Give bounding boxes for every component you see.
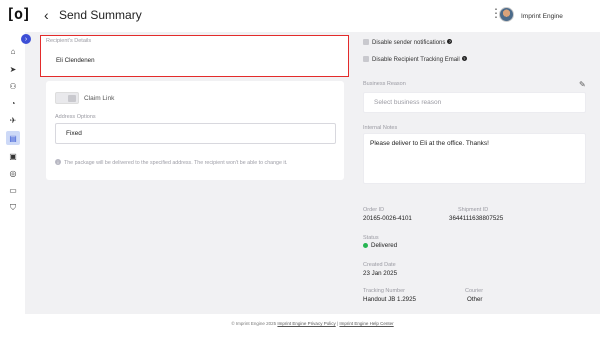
order-id-value: 20165-0026-4101 [363, 215, 412, 222]
address-options-label: Address Options [55, 114, 96, 120]
status-label: Status [363, 235, 379, 241]
chevron-left-icon[interactable]: ‹ [44, 7, 49, 23]
courier-value: Other [467, 296, 483, 303]
footer: © Imprint Engine 2025 Imprint Engine Pri… [25, 314, 600, 337]
internal-notes-field[interactable]: Please deliver to Eli at the office. Tha… [363, 133, 586, 184]
top-bar: [o] ‹ Send Summary ⋮ Imprint Engine [0, 0, 600, 32]
tracking-number-label: Tracking Number [363, 288, 405, 294]
shipment-id-value: 3644111638807525 [449, 215, 504, 222]
disable-notifications-label: Disable sender notifications? [372, 39, 453, 46]
network-icon[interactable]: ⚇ [8, 81, 18, 91]
created-date-value: 23 Jan 2025 [363, 270, 398, 277]
claim-link-toggle[interactable] [55, 92, 79, 104]
business-reason-label: Business Reason [363, 81, 406, 87]
address-info-text: The package will be delivered to the spe… [64, 160, 288, 166]
expand-sidebar-button[interactable]: › [21, 34, 31, 44]
edit-icon[interactable]: ✎ [579, 80, 586, 89]
privacy-policy-link[interactable]: Imprint Engine Privacy Policy [277, 321, 335, 326]
claim-link-label: Claim Link [84, 95, 115, 102]
recipient-name[interactable]: Eli Clendenen [56, 57, 95, 64]
send-icon[interactable]: ➤ [8, 64, 18, 74]
tracking-number-value[interactable]: Handout JB 1.2925 [363, 296, 416, 303]
shield-icon[interactable]: ⛉ [8, 203, 18, 213]
home-icon[interactable]: ⌂ [8, 46, 18, 56]
internal-notes-label: Internal Notes [363, 125, 398, 131]
footer-copyright: © Imprint Engine 2025 [231, 321, 277, 326]
gift-box-icon[interactable]: ▣ [8, 151, 18, 161]
logo[interactable]: [o] [6, 5, 31, 23]
avatar[interactable] [499, 7, 514, 22]
address-options-value: Fixed [66, 130, 82, 137]
help-center-link[interactable]: Imprint Engine Help Center [339, 321, 393, 326]
disable-tracking-email-label: Disable Recipient Tracking Email? [372, 56, 467, 63]
analytics-icon[interactable]: ◔ [8, 98, 18, 108]
shipment-id-label: Shipment ID [458, 207, 489, 213]
recipient-label: Recipient's Details [46, 38, 92, 44]
courier-label: Courier [465, 288, 484, 294]
status-value: Delivered [371, 242, 398, 249]
cards-icon[interactable]: ▭ [8, 185, 18, 195]
help-icon[interactable]: ? [447, 39, 453, 44]
disable-notifications-checkbox[interactable] [363, 39, 369, 45]
address-options-field[interactable]: Fixed [55, 123, 336, 144]
business-reason-select[interactable]: Select business reason [363, 92, 586, 113]
created-date-label: Created Date [363, 262, 396, 268]
disable-tracking-email-checkbox[interactable] [363, 56, 369, 62]
info-icon: i [55, 159, 61, 165]
user-name[interactable]: Imprint Engine [521, 13, 563, 20]
page-title: Send Summary [59, 8, 142, 22]
order-id-label: Order ID [363, 207, 385, 213]
internal-notes-value: Please deliver to Eli at the office. Tha… [370, 140, 489, 147]
rocket-icon[interactable]: ✈ [8, 115, 18, 125]
footer-separator: | [336, 321, 339, 326]
target-icon[interactable]: ◎ [8, 168, 18, 178]
help-icon[interactable]: ? [461, 56, 467, 61]
toggle-knob [68, 95, 76, 102]
business-reason-placeholder: Select business reason [374, 99, 442, 106]
status-dot [363, 243, 368, 248]
clipboard-icon[interactable]: ▤ [6, 131, 20, 145]
sidebar: ⌂ ➤ ⚇ ◔ ✈ ▤ ▣ ◎ ▭ ⛉ [0, 32, 25, 337]
